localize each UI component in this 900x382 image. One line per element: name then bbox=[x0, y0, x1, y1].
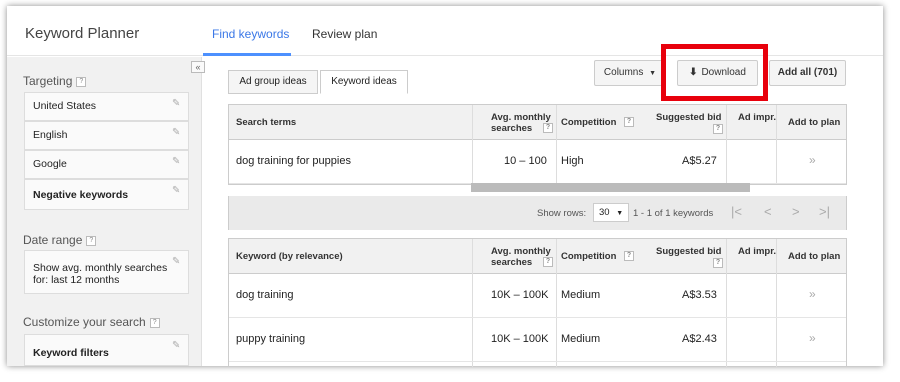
help-icon[interactable]: ? bbox=[76, 76, 87, 87]
col-competition[interactable]: Competition ? bbox=[556, 105, 641, 140]
suggested-bid: A$3.53 bbox=[682, 289, 717, 301]
pencil-icon[interactable]: ✎ bbox=[172, 156, 182, 167]
col-add-to-plan: Add to plan bbox=[788, 117, 841, 128]
targeting-label-text: Targeting bbox=[23, 74, 73, 88]
customize-search-label-text: Customize your search bbox=[23, 315, 146, 329]
prev-page-icon[interactable]: < bbox=[764, 204, 772, 219]
help-icon[interactable]: ? bbox=[713, 124, 723, 134]
add-all-button[interactable]: Add all (701) bbox=[769, 60, 846, 86]
negative-keywords-label: Negative keywords bbox=[33, 189, 129, 201]
date-range-label-text: Date range bbox=[23, 233, 83, 247]
last-page-icon[interactable]: >| bbox=[819, 204, 830, 219]
help-icon[interactable]: ? bbox=[543, 257, 553, 267]
rows-per-page-value: 30 bbox=[599, 207, 610, 218]
targeting-network-label: Google bbox=[33, 158, 67, 170]
active-tab-indicator bbox=[203, 53, 291, 56]
keyword-text: dog training bbox=[236, 289, 294, 301]
pencil-icon[interactable]: ✎ bbox=[172, 340, 182, 351]
date-range-label: Date range? bbox=[23, 233, 97, 247]
keyword-filters[interactable]: Keyword filters ✎ bbox=[24, 334, 189, 366]
pencil-icon[interactable]: ✎ bbox=[172, 127, 182, 138]
tab-keyword-ideas[interactable]: Keyword ideas bbox=[320, 70, 408, 94]
col-avg-monthly[interactable]: Avg. monthly searches ? bbox=[472, 239, 556, 274]
tab-ad-group-ideas[interactable]: Ad group ideas bbox=[228, 70, 318, 94]
table-header: Keyword (by relevance) Avg. monthly sear… bbox=[229, 239, 846, 367]
help-icon[interactable]: ? bbox=[86, 235, 97, 246]
first-page-icon[interactable]: |< bbox=[731, 204, 742, 219]
help-icon[interactable]: ? bbox=[624, 117, 634, 127]
horizontal-scrollbar[interactable] bbox=[471, 183, 750, 192]
add-to-plan-icon[interactable]: » bbox=[809, 287, 816, 301]
col-add-to-plan: Add to plan bbox=[788, 251, 841, 262]
help-icon[interactable]: ? bbox=[149, 317, 160, 328]
chevron-down-icon: ▼ bbox=[649, 70, 657, 77]
date-range-value: Show avg. monthly searches for: last 12 … bbox=[33, 262, 168, 286]
col-search-terms[interactable]: Search terms bbox=[229, 105, 472, 140]
tab-find-keywords[interactable]: Find keywords bbox=[212, 27, 289, 41]
competition: Medium bbox=[561, 289, 601, 301]
search-terms-table: Search terms Avg. monthly searches ? Com… bbox=[228, 104, 847, 185]
col-avg-monthly[interactable]: Avg. monthly searches ? bbox=[472, 105, 556, 140]
col-suggested-bid[interactable]: Suggested bid ? bbox=[641, 239, 726, 274]
page-range: 1 - 1 of 1 keywords bbox=[633, 208, 714, 219]
col-ad-impr[interactable]: Ad impr. bbox=[726, 239, 776, 274]
table-header: Search terms Avg. monthly searches ? Com… bbox=[229, 105, 846, 183]
columns-label: Columns bbox=[603, 67, 644, 78]
col-competition[interactable]: Competition ? bbox=[556, 239, 641, 274]
table-row: dog training 10K – 100K Medium A$3.53 » bbox=[229, 274, 846, 318]
date-range-selector[interactable]: Show avg. monthly searches for: last 12 … bbox=[24, 250, 189, 294]
competition: Medium bbox=[561, 333, 601, 345]
col-keyword-relevance[interactable]: Keyword (by relevance) bbox=[229, 239, 472, 274]
pagination-bar: Show rows: 30 ▼ 1 - 1 of 1 keywords |< <… bbox=[228, 196, 847, 230]
pencil-icon[interactable]: ✎ bbox=[172, 98, 182, 109]
avg-searches: 10K – 100K bbox=[491, 333, 549, 345]
targeting-label: Targeting? bbox=[23, 74, 87, 88]
keyword-filters-label: Keyword filters bbox=[33, 347, 109, 359]
columns-button[interactable]: Columns ▼ bbox=[594, 60, 666, 86]
keyword-ideas-table: Keyword (by relevance) Avg. monthly sear… bbox=[228, 238, 847, 367]
pencil-icon[interactable]: ✎ bbox=[172, 185, 182, 196]
highlight-annotation bbox=[661, 44, 768, 101]
add-to-plan-icon[interactable]: » bbox=[809, 153, 816, 167]
col-ad-impr[interactable]: Ad impr. bbox=[726, 105, 776, 140]
keyword-text: dog training for puppies bbox=[236, 155, 351, 167]
targeting-language-label: English bbox=[33, 129, 68, 141]
app-title: Keyword Planner bbox=[25, 25, 140, 42]
help-icon[interactable]: ? bbox=[543, 123, 553, 133]
help-icon[interactable]: ? bbox=[713, 258, 723, 268]
avg-searches: 10 – 100 bbox=[504, 155, 547, 167]
col-suggested-bid[interactable]: Suggested bid ? bbox=[641, 105, 726, 140]
targeting-language[interactable]: English ✎ bbox=[24, 121, 189, 150]
show-rows-label: Show rows: bbox=[537, 208, 587, 219]
tab-review-plan[interactable]: Review plan bbox=[312, 27, 377, 41]
next-page-icon[interactable]: > bbox=[792, 204, 800, 219]
suggested-bid: A$5.27 bbox=[682, 155, 717, 167]
collapse-sidebar-button[interactable]: « bbox=[191, 61, 205, 73]
add-to-plan-icon[interactable]: » bbox=[809, 331, 816, 345]
targeting-location[interactable]: United States ✎ bbox=[24, 92, 189, 121]
help-icon[interactable]: ? bbox=[624, 251, 634, 261]
suggested-bid: A$2.43 bbox=[682, 333, 717, 345]
pencil-icon[interactable]: ✎ bbox=[172, 256, 182, 267]
table-row: puppy training 10K – 100K Medium A$2.43 … bbox=[229, 318, 846, 362]
avg-searches: 10K – 100K bbox=[491, 289, 549, 301]
keyword-text: puppy training bbox=[236, 333, 306, 345]
rows-per-page-select[interactable]: 30 ▼ bbox=[593, 203, 629, 222]
table-row: dog training for puppies 10 – 100 High A… bbox=[229, 140, 846, 184]
targeting-location-label: United States bbox=[33, 100, 97, 112]
targeting-network[interactable]: Google ✎ bbox=[24, 150, 189, 179]
negative-keywords[interactable]: Negative keywords ✎ bbox=[24, 179, 189, 210]
competition: High bbox=[561, 155, 584, 167]
chevron-down-icon: ▼ bbox=[616, 210, 624, 217]
customize-search-label: Customize your search? bbox=[23, 315, 160, 329]
